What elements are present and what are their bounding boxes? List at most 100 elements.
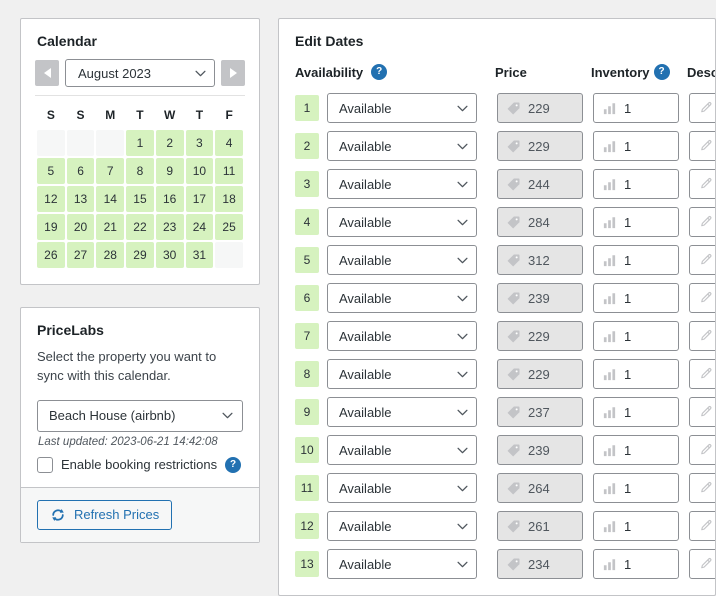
description-field[interactable] xyxy=(689,473,715,503)
description-field[interactable] xyxy=(689,435,715,465)
availability-select[interactable]: Available xyxy=(327,207,477,237)
calendar-day-cell[interactable]: 18 xyxy=(215,186,243,212)
help-icon[interactable]: ? xyxy=(371,64,388,80)
tag-icon xyxy=(507,558,520,570)
inventory-field[interactable]: 1 xyxy=(593,511,679,541)
description-field[interactable] xyxy=(689,245,715,275)
price-field[interactable]: 229 xyxy=(497,359,583,389)
calendar-day-cell[interactable]: 7 xyxy=(96,158,125,184)
description-field[interactable] xyxy=(689,131,715,161)
price-field[interactable]: 229 xyxy=(497,321,583,351)
price-field[interactable]: 234 xyxy=(497,549,583,579)
calendar-day-cell[interactable]: 26 xyxy=(37,242,65,268)
calendar-day-cell[interactable]: 9 xyxy=(155,158,184,184)
calendar-day-cell[interactable]: 30 xyxy=(155,242,184,268)
availability-select[interactable]: Available xyxy=(327,283,477,313)
description-field[interactable] xyxy=(689,169,715,199)
inventory-field[interactable]: 1 xyxy=(593,397,679,427)
calendar-day-cell[interactable]: 23 xyxy=(155,214,184,240)
pencil-icon xyxy=(701,405,712,416)
calendar-day-cell[interactable]: 29 xyxy=(126,242,154,268)
calendar-day-cell[interactable]: 24 xyxy=(185,214,214,240)
availability-select[interactable]: Available xyxy=(327,397,477,427)
refresh-prices-button[interactable]: Refresh Prices xyxy=(37,499,173,530)
inventory-field[interactable]: 1 xyxy=(593,93,679,123)
calendar-weeks: 1 2 3 4 5 6 7 8 9 10 11 12 13 14 15 16 17 18 19 20 21 22 23 24 2… xyxy=(37,130,243,268)
inventory-field[interactable]: 1 xyxy=(593,131,679,161)
description-field[interactable] xyxy=(689,511,715,541)
calendar-day-cell[interactable]: 14 xyxy=(96,186,125,212)
help-icon[interactable]: ? xyxy=(653,64,670,80)
calendar-day-cell[interactable]: 20 xyxy=(66,214,95,240)
availability-select[interactable]: Available xyxy=(327,549,477,579)
calendar-day-cell[interactable]: 12 xyxy=(37,186,65,212)
description-field[interactable] xyxy=(689,93,715,123)
calendar-day-cell[interactable]: 2 xyxy=(155,130,184,156)
availability-select[interactable]: Available xyxy=(327,435,477,465)
month-select[interactable]: August 2023 xyxy=(65,59,215,87)
inventory-value: 1 xyxy=(624,100,632,116)
calendar-day-cell[interactable]: 1 xyxy=(126,130,154,156)
price-value: 312 xyxy=(528,252,550,268)
availability-select[interactable]: Available xyxy=(327,169,477,199)
inventory-field[interactable]: 1 xyxy=(593,283,679,313)
calendar-day-cell[interactable]: 15 xyxy=(126,186,154,212)
calendar-day-cell[interactable]: 10 xyxy=(185,158,214,184)
calendar-day-cell[interactable]: 22 xyxy=(126,214,154,240)
next-month-button[interactable] xyxy=(221,60,245,86)
inventory-field[interactable]: 1 xyxy=(593,435,679,465)
calendar-day-cell[interactable]: 31 xyxy=(185,242,214,268)
calendar-day-cell[interactable]: 25 xyxy=(215,214,243,240)
availability-select[interactable]: Available xyxy=(327,93,477,123)
calendar-day-cell[interactable]: 28 xyxy=(96,242,125,268)
price-field[interactable]: 264 xyxy=(497,473,583,503)
price-field[interactable]: 244 xyxy=(497,169,583,199)
inventory-field[interactable]: 1 xyxy=(593,245,679,275)
inventory-field[interactable]: 1 xyxy=(593,169,679,199)
help-icon[interactable]: ? xyxy=(225,456,242,473)
inventory-field[interactable]: 1 xyxy=(593,207,679,237)
price-field[interactable]: 229 xyxy=(497,131,583,161)
calendar-day-empty xyxy=(37,130,65,156)
calendar-day-cell[interactable]: 3 xyxy=(185,130,214,156)
availability-select[interactable]: Available xyxy=(327,473,477,503)
inventory-field[interactable]: 1 xyxy=(593,473,679,503)
calendar-day-cell[interactable]: 17 xyxy=(185,186,214,212)
calendar-day-cell[interactable]: 19 xyxy=(37,214,65,240)
description-field[interactable] xyxy=(689,207,715,237)
booking-restrictions-checkbox[interactable] xyxy=(37,456,53,473)
prev-month-button[interactable] xyxy=(35,60,59,86)
description-field[interactable] xyxy=(689,549,715,579)
inventory-field[interactable]: 1 xyxy=(593,359,679,389)
description-field[interactable] xyxy=(689,397,715,427)
price-field[interactable]: 261 xyxy=(497,511,583,541)
property-select[interactable]: Beach House (airbnb) xyxy=(37,399,243,432)
calendar-day-cell[interactable]: 5 xyxy=(37,158,65,184)
description-field[interactable] xyxy=(689,359,715,389)
inventory-field[interactable]: 1 xyxy=(593,321,679,351)
calendar-day-cell[interactable]: 8 xyxy=(126,158,154,184)
availability-select[interactable]: Available xyxy=(327,245,477,275)
inventory-field[interactable]: 1 xyxy=(593,549,679,579)
weekday-header: F xyxy=(225,108,233,122)
calendar-day-cell[interactable]: 21 xyxy=(96,214,125,240)
availability-select[interactable]: Available xyxy=(327,131,477,161)
description-field[interactable] xyxy=(689,283,715,313)
price-field[interactable]: 239 xyxy=(497,283,583,313)
calendar-day-cell[interactable]: 4 xyxy=(215,130,243,156)
calendar-day-cell[interactable]: 13 xyxy=(66,186,95,212)
availability-select[interactable]: Available xyxy=(327,321,477,351)
calendar-day-cell[interactable]: 6 xyxy=(66,158,95,184)
description-field[interactable] xyxy=(689,321,715,351)
price-field[interactable]: 237 xyxy=(497,397,583,427)
price-field[interactable]: 312 xyxy=(497,245,583,275)
price-field[interactable]: 239 xyxy=(497,435,583,465)
calendar-day-cell[interactable]: 27 xyxy=(66,242,95,268)
availability-select[interactable]: Available xyxy=(327,359,477,389)
availability-select[interactable]: Available xyxy=(327,511,477,541)
price-field[interactable]: 229 xyxy=(497,93,583,123)
calendar-day-cell[interactable]: 16 xyxy=(155,186,184,212)
price-field[interactable]: 284 xyxy=(497,207,583,237)
calendar-day-cell[interactable]: 11 xyxy=(215,158,243,184)
tag-icon xyxy=(507,102,520,114)
